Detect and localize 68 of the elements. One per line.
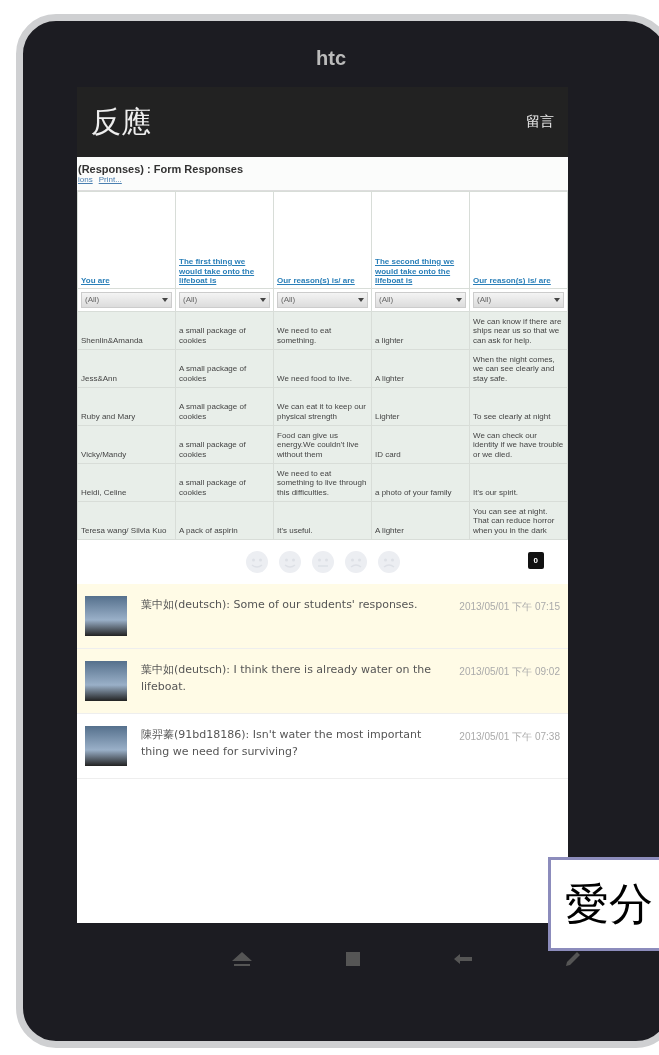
filter-dropdown[interactable]: (All) [375, 292, 466, 308]
table-cell: We can check our identity if we have trouble or we died. [469, 425, 568, 464]
table-cell: A pack of aspirin [175, 501, 274, 540]
table-cell: To see clearly at night [469, 387, 568, 426]
table-cell: We can eat it to keep our physical strength [273, 387, 372, 426]
filter-dropdown[interactable]: (All) [81, 292, 172, 308]
table-cell: It's useful. [273, 501, 372, 540]
column-header-link[interactable]: The first thing we would take onto the lifeboat is [179, 256, 270, 286]
sheet-title: (Responses) : Form Responses [77, 162, 245, 175]
avatar-photo-placeholder [85, 595, 127, 636]
comment-text: 葉中如(deutsch): I think there is already water on the lifeboat. [141, 661, 433, 695]
table-cell: We can know if there are ships near us so that we can ask for help. [469, 311, 568, 350]
filter-dropdown[interactable]: (All) [473, 292, 564, 308]
caret-icon [260, 297, 266, 302]
table-cell: Food can give us energy.We couldn't live without them [273, 425, 372, 464]
filter-dropdown[interactable]: (All) [179, 292, 270, 308]
table-cell: We need to eat something. [273, 311, 372, 350]
caption-box: 愛分 [548, 857, 659, 951]
table-cell: a lighter [371, 311, 470, 350]
table-cell: A lighter [371, 349, 470, 388]
caret-icon [456, 297, 462, 302]
table-cell: a photo of your family [371, 463, 470, 502]
table-cell: a small package of cookies [175, 311, 274, 350]
avatar-photo-placeholder [85, 660, 127, 701]
column-header-link[interactable]: Our reason(s) is/ are [277, 276, 368, 286]
table-cell: Teresa wang/ Silvia Kuo [77, 501, 176, 540]
face-icon[interactable] [277, 549, 302, 574]
back-icon[interactable] [453, 953, 473, 965]
comment-text: 陳羿蓁(91bd18186): Isn't water the most important thing we need for surviving? [141, 726, 423, 760]
column-header-link[interactable]: Our reason(s) is/ are [473, 276, 564, 286]
count-badge: 0 [527, 551, 544, 569]
table-cell: ID card [371, 425, 470, 464]
comment-time: 2013/05/01 下午 07:15 [459, 599, 560, 614]
comment-time: 2013/05/01 下午 09:02 [459, 664, 560, 679]
table-cell: a small package of cookies [175, 463, 274, 502]
table-cell: You can see at night. That can reduce horror when you in the dark [469, 501, 568, 540]
table-cell: Shenlin&Amanda [77, 311, 176, 350]
table-cell: Jess&Ann [77, 349, 176, 388]
table-cell: It's our spirit. [469, 463, 568, 502]
table-cell: A lighter [371, 501, 470, 540]
table-cell: When the night comes, we can see clearly and stay safe. [469, 349, 568, 388]
brand-logo: htc [316, 46, 347, 71]
face-icon[interactable] [244, 549, 269, 574]
filter-dropdown[interactable]: (All) [277, 292, 368, 308]
face-icon[interactable] [310, 549, 335, 574]
table-cell: a small package of cookies [175, 425, 274, 464]
caret-icon [358, 297, 364, 302]
app-title: 反應 [91, 102, 151, 141]
table-cell: We need to eat something to live through this difficulties. [273, 463, 372, 502]
face-icon[interactable] [343, 549, 368, 574]
comment-time: 2013/05/01 下午 07:38 [459, 729, 560, 744]
column-header-link[interactable]: You are [81, 276, 172, 286]
table-cell: We need food to live. [273, 349, 372, 388]
caret-icon [554, 297, 560, 302]
comment-button[interactable]: 留言 [526, 113, 554, 131]
column-header-link[interactable]: The second thing we would take onto the lifeboat is [375, 256, 466, 286]
table-cell: A small package of cookies [175, 349, 274, 388]
face-icon[interactable] [376, 549, 401, 574]
table-cell: A small package of cookies [175, 387, 274, 426]
avatar-photo-placeholder [85, 725, 127, 766]
table-cell: Heidi, Celine [77, 463, 176, 502]
comment-text: 葉中如(deutsch): Some of our students' responses. [141, 596, 419, 613]
sheet-link[interactable]: ions [78, 175, 93, 184]
table-cell: Lighter [371, 387, 470, 426]
table-cell: Ruby and Mary [77, 387, 176, 426]
caret-icon [162, 297, 168, 302]
sheet-link[interactable]: Print... [98, 175, 122, 184]
table-cell: Vicky/Mandy [77, 425, 176, 464]
